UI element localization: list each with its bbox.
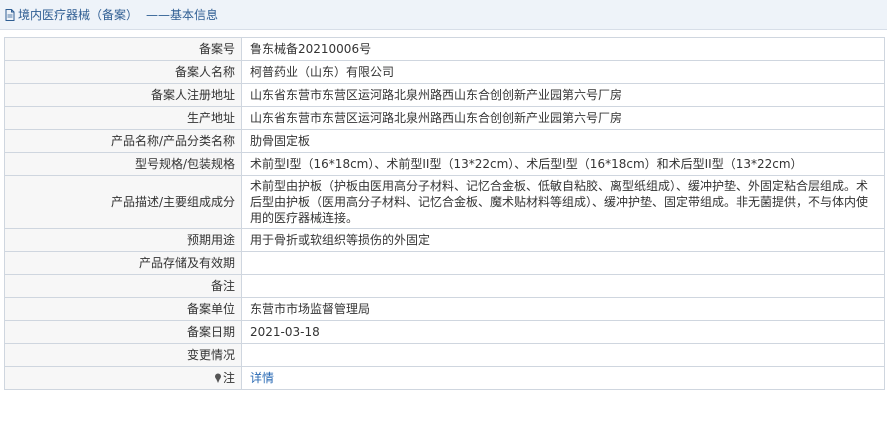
table-row: 备案人注册地址 山东省东营市东营区运河路北泉州路西山东合创创新产业园第六号厂房 — [4, 83, 885, 107]
row-value: 术前型I型（16*18cm）、术前型II型（13*22cm）、术后型I型（16*… — [241, 152, 885, 176]
table-row-note: 注 详情 — [4, 366, 885, 390]
details-link[interactable]: 详情 — [250, 371, 274, 385]
row-value: 鲁东械备20210006号 — [241, 37, 885, 61]
row-value: 柯普药业（山东）有限公司 — [241, 60, 885, 84]
table-row: 生产地址 山东省东营市东营区运河路北泉州路西山东合创创新产业园第六号厂房 — [4, 106, 885, 130]
row-label: 备案人名称 — [4, 60, 242, 84]
table-row: 备注 — [4, 274, 885, 298]
row-label: 生产地址 — [4, 106, 242, 130]
row-label: 产品名称/产品分类名称 — [4, 129, 242, 153]
table-row: 备案号 鲁东械备20210006号 — [4, 37, 885, 61]
row-label: 备案日期 — [4, 320, 242, 344]
row-value: 山东省东营市东营区运河路北泉州路西山东合创创新产业园第六号厂房 — [241, 83, 885, 107]
page-title-text: 境内医疗器械（备案） — [18, 8, 139, 22]
row-label: 预期用途 — [4, 228, 242, 252]
table-row: 预期用途 用于骨折或软组织等损伤的外固定 — [4, 228, 885, 252]
table-row: 型号规格/包装规格 术前型I型（16*18cm）、术前型II型（13*22cm）、… — [4, 152, 885, 176]
row-value: 东营市市场监督管理局 — [241, 297, 885, 321]
row-value: 用于骨折或软组织等损伤的外固定 — [241, 228, 885, 252]
row-value — [241, 251, 885, 275]
row-label: 备案号 — [4, 37, 242, 61]
table-row: 产品描述/主要组成成分 术前型由护板（护板由医用高分子材料、记忆合金板、低敏自粘胶… — [4, 175, 885, 229]
note-label: 注 — [222, 371, 235, 385]
table-row: 备案日期 2021-03-18 — [4, 320, 885, 344]
table-row: 产品存储及有效期 — [4, 251, 885, 275]
info-table: 备案号 鲁东械备20210006号 备案人名称 柯普药业（山东）有限公司 备案人注册地址… — [4, 37, 885, 390]
table-row: 备案人名称 柯普药业（山东）有限公司 — [4, 60, 885, 84]
row-value: 术前型由护板（护板由医用高分子材料、记忆合金板、低敏自粘胶、离型纸组成）、缓冲护… — [241, 175, 885, 229]
row-label: 备注 — [4, 274, 242, 298]
row-label: 型号规格/包装规格 — [4, 152, 242, 176]
row-label: 产品存储及有效期 — [4, 251, 242, 275]
page-title: 境内医疗器械（备案） ——基本信息 — [4, 6, 218, 23]
row-label: 备案人注册地址 — [4, 83, 242, 107]
note-value-cell: 详情 — [241, 366, 885, 390]
row-value: 肋骨固定板 — [241, 129, 885, 153]
row-value — [241, 343, 885, 367]
row-label: 变更情况 — [4, 343, 242, 367]
note-label-cell: 注 — [4, 366, 242, 390]
pin-icon — [214, 373, 221, 383]
document-icon — [5, 8, 15, 21]
row-label: 备案单位 — [4, 297, 242, 321]
table-row: 产品名称/产品分类名称 肋骨固定板 — [4, 129, 885, 153]
row-label: 产品描述/主要组成成分 — [4, 175, 242, 229]
table-row: 变更情况 — [4, 343, 885, 367]
row-value — [241, 274, 885, 298]
table-row: 备案单位 东营市市场监督管理局 — [4, 297, 885, 321]
page-subtitle: ——基本信息 — [146, 8, 219, 22]
row-value: 山东省东营市东营区运河路北泉州路西山东合创创新产业园第六号厂房 — [241, 106, 885, 130]
header-bar: 境内医疗器械（备案） ——基本信息 — [0, 0, 887, 30]
row-value: 2021-03-18 — [241, 320, 885, 344]
